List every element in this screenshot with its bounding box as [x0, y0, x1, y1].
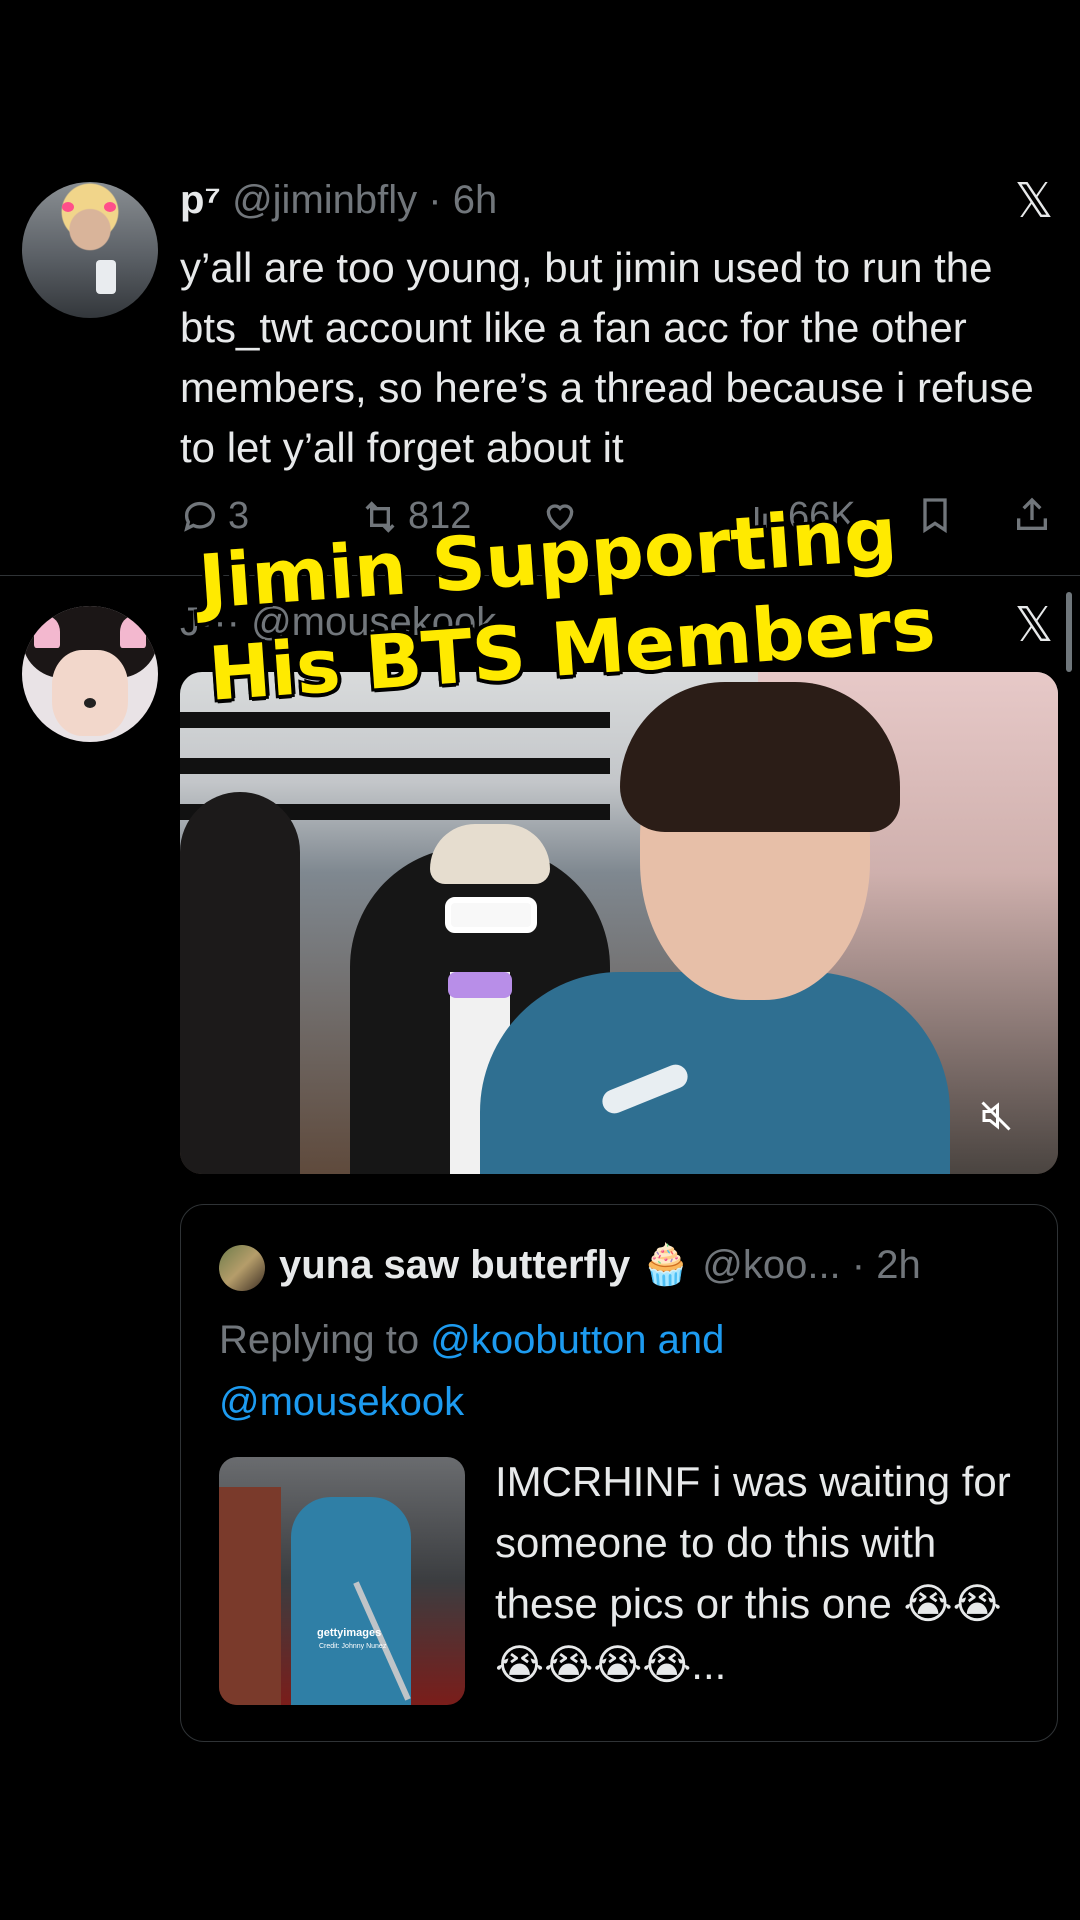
share-icon	[1017, 497, 1047, 530]
blue-jacket	[480, 972, 950, 1174]
man-hair	[430, 824, 550, 884]
x-logo-icon[interactable]: 𝕏	[1012, 602, 1056, 650]
cat-nose-icon	[84, 698, 96, 708]
display-name[interactable]: p⁷	[180, 178, 221, 222]
getty-watermark: gettyimages	[317, 1627, 382, 1639]
replying-to: Replying to @koobutton and @mousekook	[219, 1309, 1039, 1433]
quote-text: IMCRHINF i was waiting for someone to do…	[495, 1458, 1011, 1688]
heart-icon	[62, 202, 74, 212]
handle[interactable]: @jiminbfly	[232, 178, 417, 222]
bookmark-button[interactable]	[915, 495, 955, 535]
sunglasses	[445, 897, 537, 933]
x-logo-icon[interactable]: 𝕏	[1012, 178, 1056, 226]
quote-card[interactable]: yuna saw butterfly 🧁 @koo... · 2h Replyi…	[180, 1204, 1058, 1742]
dark-hair	[620, 682, 900, 832]
tweet2-media-video[interactable]	[180, 672, 1058, 1174]
quote-header: yuna saw butterfly 🧁 @koo... · 2h	[279, 1241, 921, 1288]
ceiling-stripe	[180, 758, 610, 774]
reply-icon	[184, 501, 215, 532]
timestamp[interactable]: · 6h	[428, 178, 497, 222]
avatar-jiminbfly[interactable]	[22, 182, 158, 318]
mute-icon[interactable]	[978, 1098, 1014, 1134]
scrollbar[interactable]	[1066, 592, 1072, 672]
heart-icon	[104, 202, 116, 212]
handle-time[interactable]: @koo... · 2h	[702, 1243, 920, 1287]
quote-image[interactable]: gettyimages Credit: Johnny Nunez	[219, 1457, 465, 1705]
avatar-mousekook[interactable]	[22, 606, 158, 742]
tweet1-text: y’all are too young, but jimin used to r…	[180, 244, 1034, 471]
person-left	[180, 792, 300, 1174]
purple-bowtie	[448, 972, 512, 998]
tweet1-header: p⁷ @jiminbfly · 6h	[180, 178, 497, 223]
reply-count: 3	[228, 495, 250, 537]
mention-koobutton[interactable]: @koobutton and	[430, 1318, 724, 1362]
display-name[interactable]: yuna saw butterfly 🧁	[279, 1243, 691, 1287]
replying-prefix: Replying to	[219, 1318, 431, 1362]
avatar-yuna[interactable]	[219, 1245, 265, 1291]
cat-ear-icon	[120, 616, 146, 648]
avatar-face	[52, 650, 128, 736]
share-button[interactable]	[1012, 495, 1052, 535]
mention-mousekook[interactable]: @mousekook	[219, 1380, 464, 1424]
person-red-suit	[219, 1487, 281, 1705]
photo-credit: Credit: Johnny Nunez	[319, 1643, 387, 1650]
reply-button[interactable]: 3	[180, 495, 249, 538]
cat-ear-icon	[34, 616, 60, 648]
bookmark-icon	[923, 498, 947, 534]
phone-shape	[96, 260, 116, 294]
